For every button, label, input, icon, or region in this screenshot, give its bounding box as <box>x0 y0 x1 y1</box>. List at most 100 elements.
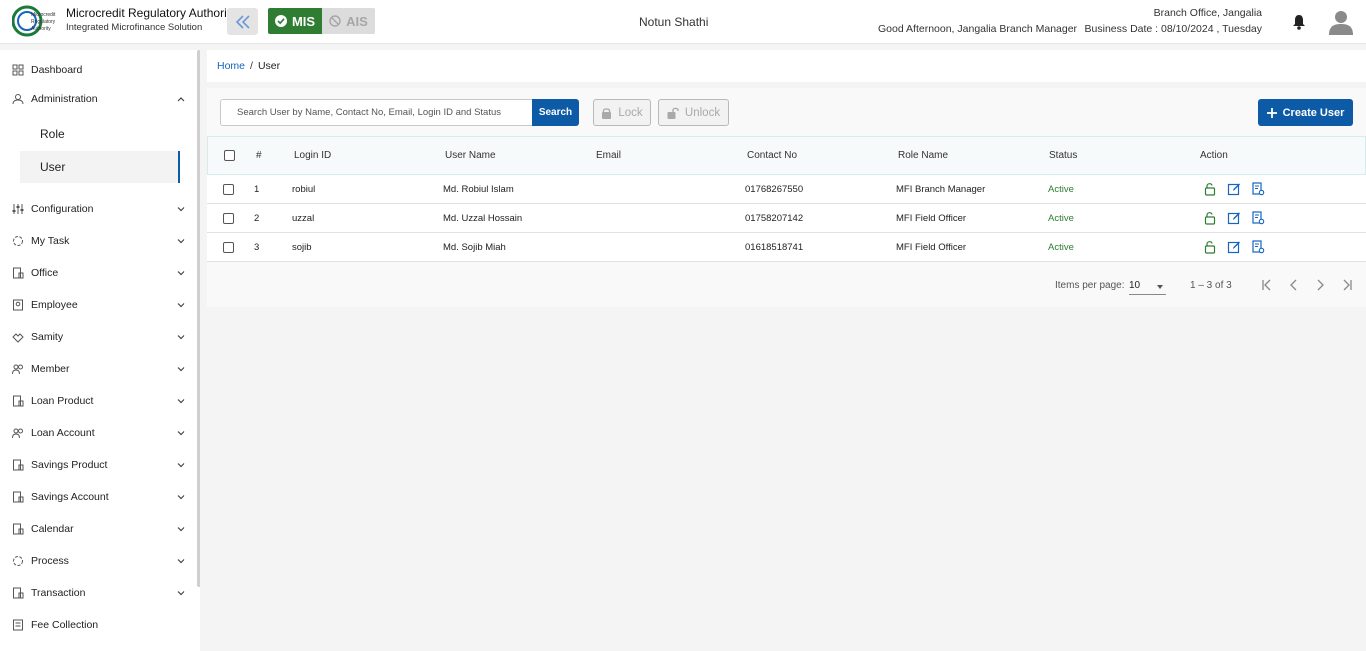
sidebar-item-configuration[interactable]: Configuration <box>0 194 196 224</box>
select-all-checkbox[interactable] <box>224 150 235 161</box>
unlock-icon[interactable] <box>1203 182 1217 196</box>
sidebar-item-fee-collection[interactable]: Fee Collection <box>0 610 196 640</box>
role-cell: MFI Field Officer <box>896 241 967 253</box>
bell-icon[interactable] <box>1292 14 1306 30</box>
chevron-down-icon <box>177 591 185 596</box>
sidebar-item-employee[interactable]: Employee <box>0 290 196 320</box>
role-cell: MFI Branch Manager <box>896 183 986 195</box>
sidebar-item-savings-account[interactable]: Savings Account <box>0 482 196 512</box>
edit-icon[interactable] <box>1227 211 1241 225</box>
lock-button[interactable]: Lock <box>593 99 651 126</box>
sidebar-item-label: Process <box>31 555 69 567</box>
column-header[interactable]: Status <box>1049 137 1077 174</box>
admin-icon <box>12 93 24 105</box>
grid-icon <box>12 64 24 76</box>
column-header[interactable]: Contact No <box>747 137 797 174</box>
row-checkbox[interactable] <box>223 241 234 253</box>
mis-label: MIS <box>291 13 316 29</box>
row-checkbox-cell <box>223 204 234 232</box>
sidebar-item-label: Transaction <box>31 587 86 599</box>
status-cell: Active <box>1048 241 1074 253</box>
sidebar-item-transaction[interactable]: Transaction <box>0 578 196 608</box>
chevron-down-icon <box>177 303 185 308</box>
last-page-icon[interactable] <box>1340 278 1354 292</box>
sidebar-item-label: User <box>40 160 66 174</box>
unlock-icon[interactable] <box>1203 240 1217 254</box>
sidebar-item-samity[interactable]: Samity <box>0 322 196 352</box>
loan-account-icon <box>12 427 24 439</box>
table-row: 3 sojib Md. Sojib Miah 01618518741 MFI F… <box>207 233 1366 262</box>
view-document-icon[interactable] <box>1251 182 1265 196</box>
chevron-down-icon <box>177 399 185 404</box>
column-header[interactable]: User Name <box>445 137 496 174</box>
sidebar-item-loan-account[interactable]: Loan Account <box>0 418 196 448</box>
chevron-down-icon <box>177 207 185 212</box>
sidebar-item-role[interactable]: Role <box>20 118 180 150</box>
unlock-button[interactable]: Unlock <box>658 99 729 126</box>
first-page-icon[interactable] <box>1260 278 1274 292</box>
sliders-icon <box>12 203 24 215</box>
edit-icon[interactable] <box>1227 240 1241 254</box>
fee-icon <box>12 619 24 631</box>
row-checkbox[interactable] <box>223 212 234 224</box>
sidebar-scrollbar[interactable] <box>197 50 200 587</box>
column-header[interactable]: Login ID <box>294 137 331 174</box>
savings-product-icon <box>12 459 24 471</box>
sidebar-item-label: Employee <box>31 299 78 311</box>
sidebar-item-savings-product[interactable]: Savings Product <box>0 450 196 480</box>
chevron-down-icon <box>177 335 185 340</box>
view-document-icon[interactable] <box>1251 240 1265 254</box>
process-icon <box>12 555 24 567</box>
sidebar-item-process[interactable]: Process <box>0 546 196 576</box>
next-page-icon[interactable] <box>1313 278 1327 292</box>
sidebar-item-administration[interactable]: Administration <box>0 84 196 114</box>
breadcrumb-home-link[interactable]: Home <box>217 60 245 72</box>
previous-page-icon[interactable] <box>1287 278 1301 292</box>
items-per-page-label: Items per page: <box>1055 280 1125 291</box>
search-button[interactable]: Search <box>532 99 579 126</box>
action-cell <box>1203 233 1265 261</box>
search-input[interactable] <box>220 99 533 126</box>
sidebar-item-office[interactable]: Office <box>0 258 196 288</box>
row-checkbox-cell <box>223 233 234 261</box>
unlock-label: Unlock <box>684 106 721 119</box>
view-document-icon[interactable] <box>1251 211 1265 225</box>
chevron-down-icon <box>177 239 185 244</box>
row-checkbox[interactable] <box>223 183 234 195</box>
chevron-up-icon <box>177 97 185 102</box>
row-number: 2 <box>254 212 260 224</box>
items-per-page-select[interactable]: 10 <box>1129 277 1166 295</box>
ais-toggle-button[interactable]: AIS <box>322 8 375 34</box>
sidebar-item-loan-product[interactable]: Loan Product <box>0 386 196 416</box>
column-header[interactable]: Email <box>596 137 621 174</box>
sidebar-item-user[interactable]: User <box>20 151 180 183</box>
member-icon <box>12 363 24 375</box>
user-avatar-icon[interactable] <box>1328 9 1354 35</box>
unlock-icon[interactable] <box>1203 211 1217 225</box>
edit-icon[interactable] <box>1227 182 1241 196</box>
row-number: 3 <box>254 241 260 253</box>
samity-icon <box>12 331 24 343</box>
row-number: 1 <box>254 183 260 195</box>
mis-toggle-button[interactable]: MIS <box>268 8 322 34</box>
sidebar-item-my-task[interactable]: My Task <box>0 226 196 256</box>
task-icon <box>12 235 24 247</box>
caret-down-icon <box>1157 285 1163 289</box>
chevron-down-icon <box>177 527 185 532</box>
collapse-sidebar-button[interactable] <box>227 8 258 35</box>
action-cell <box>1203 175 1265 203</box>
unlock-icon <box>667 107 679 119</box>
sidebar-item-member[interactable]: Member <box>0 354 196 384</box>
contact-cell: 01758207142 <box>745 212 804 224</box>
user-name-cell: Md. Uzzal Hossain <box>443 212 523 224</box>
column-header[interactable]: Role Name <box>898 137 948 174</box>
user-name-cell: Md. Sojib Miah <box>443 241 506 253</box>
create-user-label: Create User <box>1282 106 1345 119</box>
sidebar-item-dashboard[interactable]: Dashboard <box>0 55 196 85</box>
svg-text:Authority: Authority <box>31 26 51 32</box>
employee-icon <box>12 299 24 311</box>
action-cell <box>1203 204 1265 232</box>
sidebar-item-label: Loan Account <box>31 427 95 439</box>
create-user-button[interactable]: Create User <box>1258 99 1353 126</box>
sidebar-item-calendar[interactable]: Calendar <box>0 514 196 544</box>
